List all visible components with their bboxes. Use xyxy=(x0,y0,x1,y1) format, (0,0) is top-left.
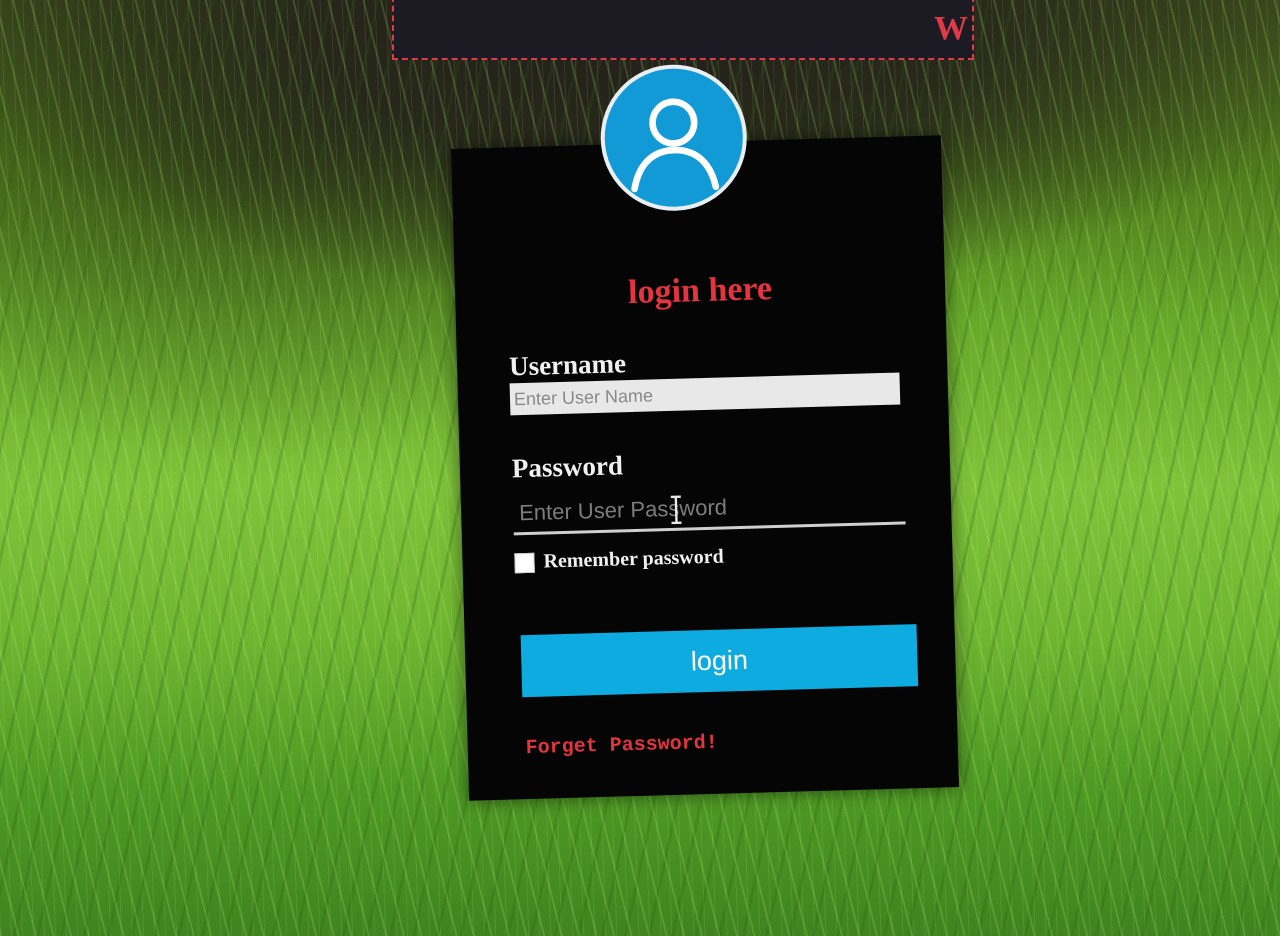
remember-password-row[interactable]: Remember password xyxy=(514,546,724,575)
banner-text: W xyxy=(934,10,968,47)
user-silhouette-icon xyxy=(631,98,720,193)
remember-password-label: Remember password xyxy=(543,545,724,573)
login-panel: login here Username Password Remember pa… xyxy=(450,62,960,801)
password-input[interactable] xyxy=(512,482,906,536)
login-button[interactable]: login xyxy=(520,624,919,698)
remember-password-checkbox[interactable] xyxy=(514,552,535,573)
login-title: login here xyxy=(627,270,773,312)
user-avatar-icon xyxy=(598,62,749,213)
top-banner: W xyxy=(392,0,974,60)
username-label: Username xyxy=(508,348,627,382)
forget-password-link[interactable]: Forget Password! xyxy=(525,732,718,760)
password-label: Password xyxy=(511,450,624,484)
